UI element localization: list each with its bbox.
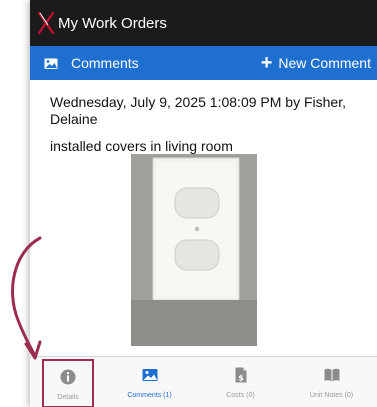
tab-comments[interactable]: Comments (1) <box>104 357 195 407</box>
plus-icon: + <box>260 52 273 74</box>
tab-unit-notes[interactable]: Unit Notes (0) <box>286 357 377 407</box>
photo-icon <box>44 58 58 69</box>
close-icon <box>37 11 55 35</box>
bottom-tab-bar: Details Comments (1) $ Costs (0) Unit No… <box>30 356 377 407</box>
info-icon <box>60 369 76 385</box>
section-heading: Comments <box>44 55 139 71</box>
curved-arrow-icon <box>11 236 42 360</box>
image-icon <box>142 369 157 381</box>
comments-section-bar: Comments + New Comment <box>30 46 377 80</box>
svg-text:$: $ <box>238 374 244 383</box>
tab-comments-label: Comments (1) <box>127 392 172 399</box>
comment-timestamp-author: Wednesday, July 9, 2025 1:08:09 PM by Fi… <box>50 94 346 127</box>
tab-costs-label: Costs (0) <box>226 392 255 399</box>
dollar-document-icon: $ <box>235 367 246 383</box>
tab-costs[interactable]: $ Costs (0) <box>195 357 286 407</box>
outlet-cover-image <box>131 154 257 346</box>
annotation-arrow <box>0 230 60 370</box>
comment-text: installed covers in living room <box>50 138 233 154</box>
close-button[interactable] <box>36 11 56 35</box>
new-comment-label: New Comment <box>278 55 371 71</box>
book-icon <box>324 368 339 382</box>
tab-unit-notes-label: Unit Notes (0) <box>309 392 354 399</box>
comment-content: Wednesday, July 9, 2025 1:08:09 PM by Fi… <box>30 80 377 355</box>
page-title: My Work Orders <box>58 14 167 32</box>
new-comment-button[interactable]: + New Comment <box>261 46 371 80</box>
tab-details-label: Details <box>57 394 79 401</box>
section-title: Comments <box>71 55 139 71</box>
comment-photo[interactable] <box>131 154 257 346</box>
app-screen: My Work Orders Comments + New Comment We… <box>30 0 377 407</box>
title-bar: My Work Orders <box>30 0 377 46</box>
